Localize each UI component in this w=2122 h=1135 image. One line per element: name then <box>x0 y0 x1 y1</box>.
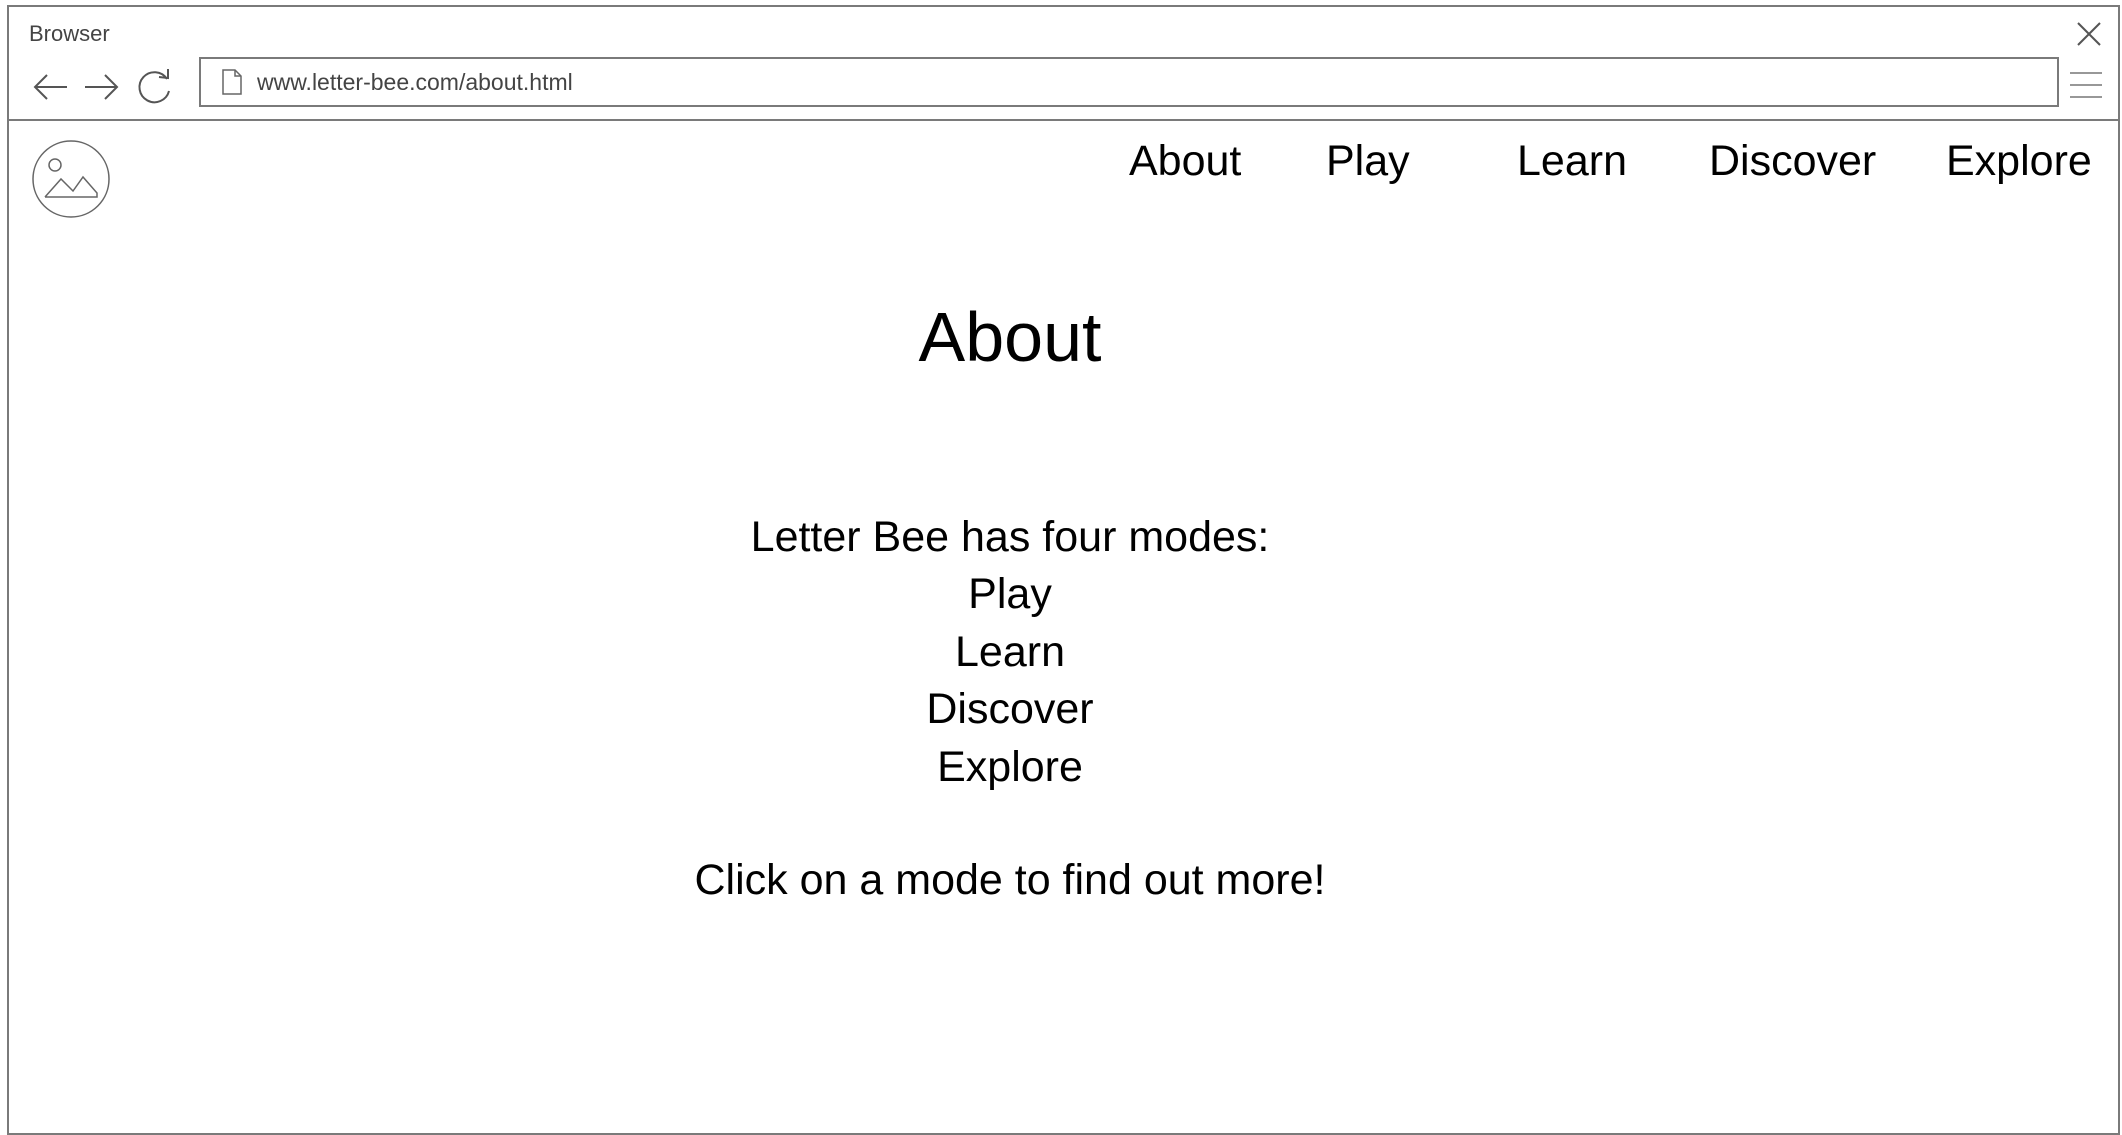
address-bar[interactable]: www.letter-bee.com/about.html <box>199 57 2059 107</box>
modes-list: Play Learn Discover Explore <box>0 566 2071 796</box>
page-icon <box>222 69 242 95</box>
window-title: Browser <box>29 21 110 46</box>
intro-text: Letter Bee has four modes: <box>750 513 1270 561</box>
mode-item-discover: Discover <box>926 685 1094 733</box>
reload-icon[interactable] <box>135 67 175 107</box>
mode-item-explore: Explore <box>937 742 1083 791</box>
arrow-right-icon[interactable] <box>81 67 121 107</box>
nav-link-discover[interactable]: Discover <box>1709 137 1876 186</box>
nav-link-play[interactable]: Play <box>1326 137 1410 186</box>
browser-window: Browser www.letter-bee.com/about.html Ab… <box>7 5 2120 1135</box>
address-url: www.letter-bee.com/about.html <box>257 68 573 95</box>
mode-item-play: Play <box>968 570 1052 618</box>
arrow-left-icon[interactable] <box>31 67 71 107</box>
top-nav: About Play Learn Discover Explore <box>9 137 2118 197</box>
nav-link-explore[interactable]: Explore <box>1946 137 2092 186</box>
call-to-action-text: Click on a mode to find out more! <box>694 856 1326 904</box>
hamburger-menu-icon[interactable] <box>2068 67 2104 103</box>
mode-item-learn: Learn <box>955 627 1065 676</box>
close-icon[interactable] <box>2074 19 2104 49</box>
toolbar-divider <box>9 119 2118 121</box>
nav-link-learn[interactable]: Learn <box>1517 137 1627 186</box>
nav-link-about[interactable]: About <box>1129 137 1241 186</box>
page-title: About <box>918 298 1102 376</box>
